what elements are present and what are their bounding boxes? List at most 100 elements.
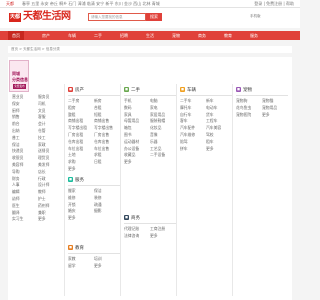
category-link[interactable]: 留学: [68, 263, 76, 268]
category-link[interactable]: 收藏品: [124, 152, 135, 157]
category-link[interactable]: 汽车配件: [180, 125, 195, 130]
category-link[interactable]: 司机: [38, 101, 46, 106]
category-link[interactable]: 厨师: [12, 108, 20, 113]
category-link[interactable]: 宠物用品: [262, 105, 277, 110]
category-link[interactable]: 店长: [38, 169, 46, 174]
nav-services[interactable]: 服务: [250, 31, 258, 40]
category-link[interactable]: 服务员: [38, 94, 49, 99]
category-header-1[interactable]: ■ 房产: [68, 87, 84, 95]
category-link[interactable]: 护士: [38, 196, 46, 201]
category-link[interactable]: 设计师: [38, 182, 49, 187]
category-link[interactable]: 教师: [38, 189, 46, 194]
category-link[interactable]: 服装鞋帽: [150, 118, 165, 123]
category-link[interactable]: 数码: [124, 105, 132, 110]
category-link[interactable]: 理货员: [38, 155, 49, 160]
category-link[interactable]: 土地: [68, 152, 76, 157]
category-link[interactable]: 装修: [94, 195, 102, 200]
category-link[interactable]: 宠物医院: [236, 112, 251, 117]
category-link[interactable]: 货车: [206, 112, 214, 117]
category-link[interactable]: 编辑: [12, 189, 20, 194]
category-link[interactable]: 化妆品: [150, 125, 161, 130]
category-link[interactable]: 收银员: [12, 155, 23, 160]
banner-button[interactable]: 免费发布: [13, 84, 26, 89]
category-link[interactable]: 搬家: [68, 188, 76, 193]
login-links[interactable]: 登录 | 免费注册 | 帮助: [254, 0, 294, 7]
category-link[interactable]: 导购: [12, 169, 20, 174]
category-link[interactable]: 维修: [68, 195, 76, 200]
category-link[interactable]: 汽车维修: [180, 132, 195, 137]
category-link[interactable]: 开锁: [68, 202, 76, 207]
category-link[interactable]: 商铺出租: [68, 118, 83, 123]
nav-business[interactable]: 商务: [198, 31, 206, 40]
category-link[interactable]: 工程车: [206, 118, 217, 123]
category-link[interactable]: 仓库出售: [94, 139, 109, 144]
category-link[interactable]: 家电: [150, 105, 158, 110]
category-link[interactable]: 实习生: [12, 216, 23, 221]
category-link[interactable]: 二手设备: [150, 152, 165, 157]
category-link[interactable]: 美容师: [12, 162, 23, 167]
category-link[interactable]: 更多: [262, 112, 270, 117]
nav-life[interactable]: 生活: [146, 31, 154, 40]
category-link[interactable]: 行政: [38, 176, 46, 181]
category-link[interactable]: 幼师: [12, 196, 20, 201]
category-link[interactable]: 自行车: [180, 112, 191, 117]
category-link[interactable]: 整租: [68, 112, 76, 117]
category-link[interactable]: 更多: [150, 233, 158, 238]
category-header-2[interactable]: ■ 二手: [124, 87, 140, 95]
category-link[interactable]: 人事: [12, 182, 20, 187]
category-header-4[interactable]: ■ 宠物: [236, 87, 252, 95]
category-link[interactable]: 仓管: [38, 128, 46, 133]
category-link[interactable]: 婚庆: [68, 208, 76, 213]
category-link[interactable]: 短租: [94, 112, 102, 117]
category-link[interactable]: 租房: [68, 105, 76, 110]
nav-education[interactable]: 教育: [224, 31, 232, 40]
category-link[interactable]: 二手房: [68, 98, 79, 103]
category-link[interactable]: 音像: [150, 132, 158, 137]
category-link[interactable]: 保洁: [94, 188, 102, 193]
search-input[interactable]: 请输入您要找的信息: [88, 13, 146, 21]
category-link[interactable]: 兼职: [38, 210, 46, 215]
category-link[interactable]: 美发师: [38, 162, 49, 167]
city-list[interactable]: 春亭 五里 永安 帝丘 桐乡 石门 漳浦 临清 安宁 新平 东川 金沙 西山 北…: [22, 0, 160, 7]
category-link[interactable]: 摄影: [94, 208, 102, 213]
category-link[interactable]: 送餐员: [38, 148, 49, 153]
category-link[interactable]: 文员: [38, 108, 46, 113]
category-link[interactable]: 销售: [12, 114, 20, 119]
category-link[interactable]: 汽车美容: [206, 125, 221, 130]
category-header-5[interactable]: ■ 服务: [68, 177, 84, 185]
category-link[interactable]: 保安: [12, 101, 20, 106]
nav-pets[interactable]: 宠物: [172, 31, 180, 40]
category-link[interactable]: 客车: [180, 118, 188, 123]
category-link[interactable]: 商铺出售: [94, 118, 109, 123]
nav-jobs[interactable]: 招聘: [120, 31, 128, 40]
category-link[interactable]: 技工: [38, 135, 46, 140]
category-link[interactable]: 工艺品: [150, 146, 161, 151]
category-link[interactable]: 更多: [68, 166, 76, 171]
category-link[interactable]: 乐器: [150, 139, 158, 144]
category-link[interactable]: 翻译: [12, 210, 20, 215]
category-link[interactable]: 图书: [124, 132, 132, 137]
nav-home[interactable]: 首页: [8, 31, 24, 40]
category-link[interactable]: 拼车: [180, 146, 188, 151]
category-link[interactable]: 保洁: [12, 142, 20, 147]
category-link[interactable]: 更多: [38, 216, 46, 221]
current-city[interactable]: 天都: [6, 0, 14, 7]
category-link[interactable]: 电脑: [150, 98, 158, 103]
category-link[interactable]: 家居用品: [150, 112, 165, 117]
category-link[interactable]: 更多: [94, 263, 102, 268]
category-link[interactable]: 租车: [206, 139, 214, 144]
category-link[interactable]: 驾校: [206, 132, 214, 137]
category-link[interactable]: 厂房出租: [68, 132, 83, 137]
category-link[interactable]: 药剂师: [38, 203, 49, 208]
category-link[interactable]: 写字楼出租: [68, 125, 87, 130]
category-link[interactable]: 普工: [12, 135, 20, 140]
category-link[interactable]: 新房: [94, 98, 102, 103]
category-link[interactable]: 手机: [124, 98, 132, 103]
category-link[interactable]: 代理记账: [124, 226, 139, 231]
category-link[interactable]: 日租: [94, 159, 102, 164]
promo-banner[interactable]: 同城 分类信息 免费发布: [9, 60, 29, 92]
nav-vehicles[interactable]: 车辆: [68, 31, 76, 40]
category-link[interactable]: 更多: [206, 146, 214, 151]
category-link[interactable]: 快递员: [12, 148, 23, 153]
category-header-6[interactable]: ■ 商务: [124, 215, 140, 223]
